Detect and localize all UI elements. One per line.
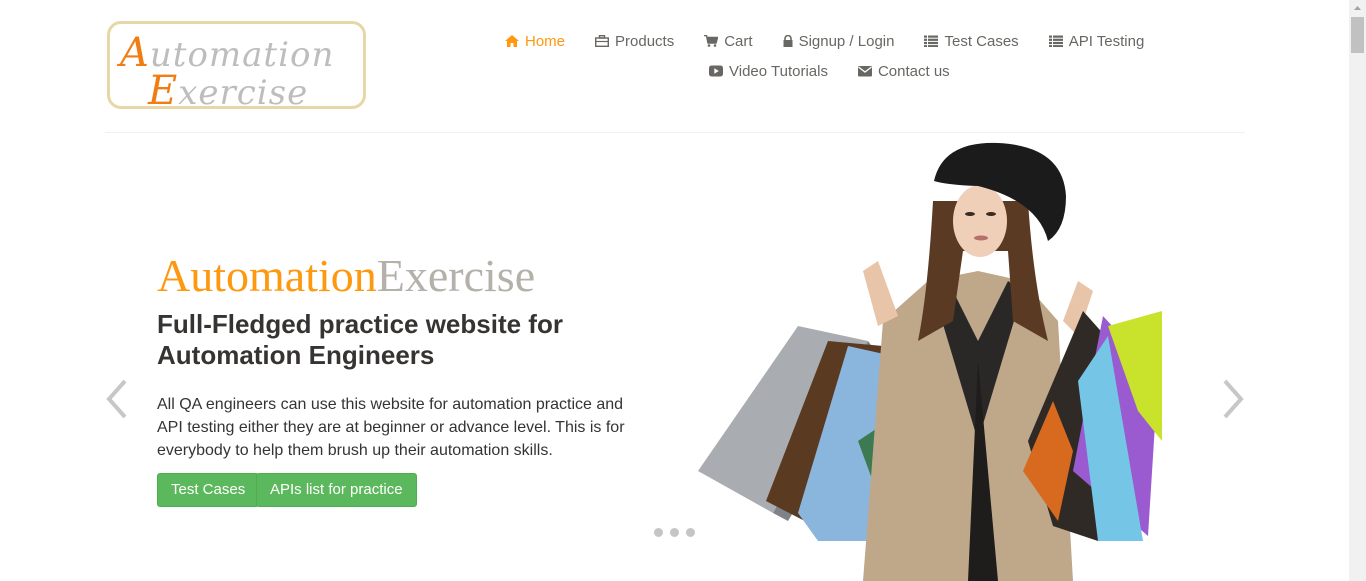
- logo-rest-2: xercise: [178, 73, 309, 113]
- slider-dot-1[interactable]: [654, 528, 663, 537]
- list-icon: [924, 35, 939, 47]
- slider-dot-3[interactable]: [686, 528, 695, 537]
- brand-part-exercise: Exercise: [376, 250, 536, 301]
- nav-item-home[interactable]: Home: [505, 33, 565, 50]
- slider-headline: Full-Fledged practice website for Automa…: [157, 309, 563, 370]
- page-scrollbar[interactable]: [1349, 0, 1366, 581]
- slider-description: All QA engineers can use this website fo…: [157, 396, 625, 459]
- nav-row-1: Home Products Cart Signup / Login Test C…: [505, 28, 1155, 54]
- site-logo[interactable]: Automation Exercise: [107, 21, 366, 114]
- logo-cap-e: E: [148, 68, 179, 114]
- nav-item-test-cases[interactable]: Test Cases: [924, 32, 1019, 50]
- home-icon: [505, 35, 519, 47]
- cart-icon: [704, 35, 719, 47]
- nav-item-signup-login[interactable]: Signup / Login: [783, 32, 895, 50]
- logo-cap-a: A: [120, 30, 150, 76]
- main-nav: Home Products Cart Signup / Login Test C…: [505, 28, 1155, 88]
- nav-label-products: Products: [615, 32, 675, 50]
- header: Automation Exercise Home Products Cart S…: [0, 0, 1349, 133]
- nav-label-home: Home: [525, 32, 566, 50]
- nav-item-cart[interactable]: Cart: [704, 32, 753, 50]
- page: Automation Exercise Home Products Cart S…: [0, 0, 1366, 581]
- lips: [974, 235, 988, 241]
- eye-left: [965, 212, 975, 216]
- slider-dot-2[interactable]: [670, 528, 679, 537]
- nav-label-video-tutorials: Video Tutorials: [729, 62, 828, 80]
- scroll-up-arrow[interactable]: [1349, 0, 1366, 17]
- nav-label-signup-login: Signup / Login: [798, 32, 895, 50]
- hero-slider: AutomationExercise Full-Fledged practice…: [0, 133, 1349, 581]
- apis-list-button[interactable]: APIs list for practice: [256, 473, 417, 507]
- nav-label-api-testing: API Testing: [1068, 32, 1145, 50]
- nav-label-contact-us: Contact us: [877, 62, 950, 80]
- nav-item-api-testing[interactable]: API Testing: [1048, 32, 1145, 50]
- nav-row-2: Video Tutorials Contact us: [505, 58, 1155, 84]
- nav-item-products[interactable]: Products: [595, 33, 674, 50]
- nav-label-test-cases: Test Cases: [944, 32, 1019, 50]
- hero-image-shopping-girl: [698, 142, 1162, 581]
- slider-brand-title: AutomationExercise: [157, 249, 535, 302]
- triangle-up-icon: [1354, 6, 1361, 10]
- nav-item-video-tutorials[interactable]: Video Tutorials: [709, 63, 828, 80]
- logo-line-2: Exercise: [148, 68, 308, 114]
- scroll-thumb[interactable]: [1351, 17, 1364, 53]
- list-icon: [1048, 35, 1063, 47]
- youtube-play-icon: [709, 65, 723, 77]
- envelope-icon: [857, 66, 872, 77]
- slider-indicators: [654, 528, 702, 537]
- slider-next-button[interactable]: [1220, 378, 1246, 420]
- brand-part-automation: Automation: [157, 250, 377, 301]
- face: [953, 185, 1007, 257]
- lock-icon: [783, 35, 793, 47]
- nav-label-cart: Cart: [724, 32, 753, 50]
- chevron-right-icon: [1223, 379, 1244, 419]
- chevron-left-icon: [106, 379, 127, 419]
- eye-right: [986, 212, 996, 216]
- nav-item-contact-us[interactable]: Contact us: [857, 62, 950, 80]
- slider-prev-button[interactable]: [104, 378, 130, 420]
- test-cases-button[interactable]: Test Cases: [157, 473, 260, 507]
- left-hand: [863, 261, 898, 326]
- products-icon: [595, 35, 610, 47]
